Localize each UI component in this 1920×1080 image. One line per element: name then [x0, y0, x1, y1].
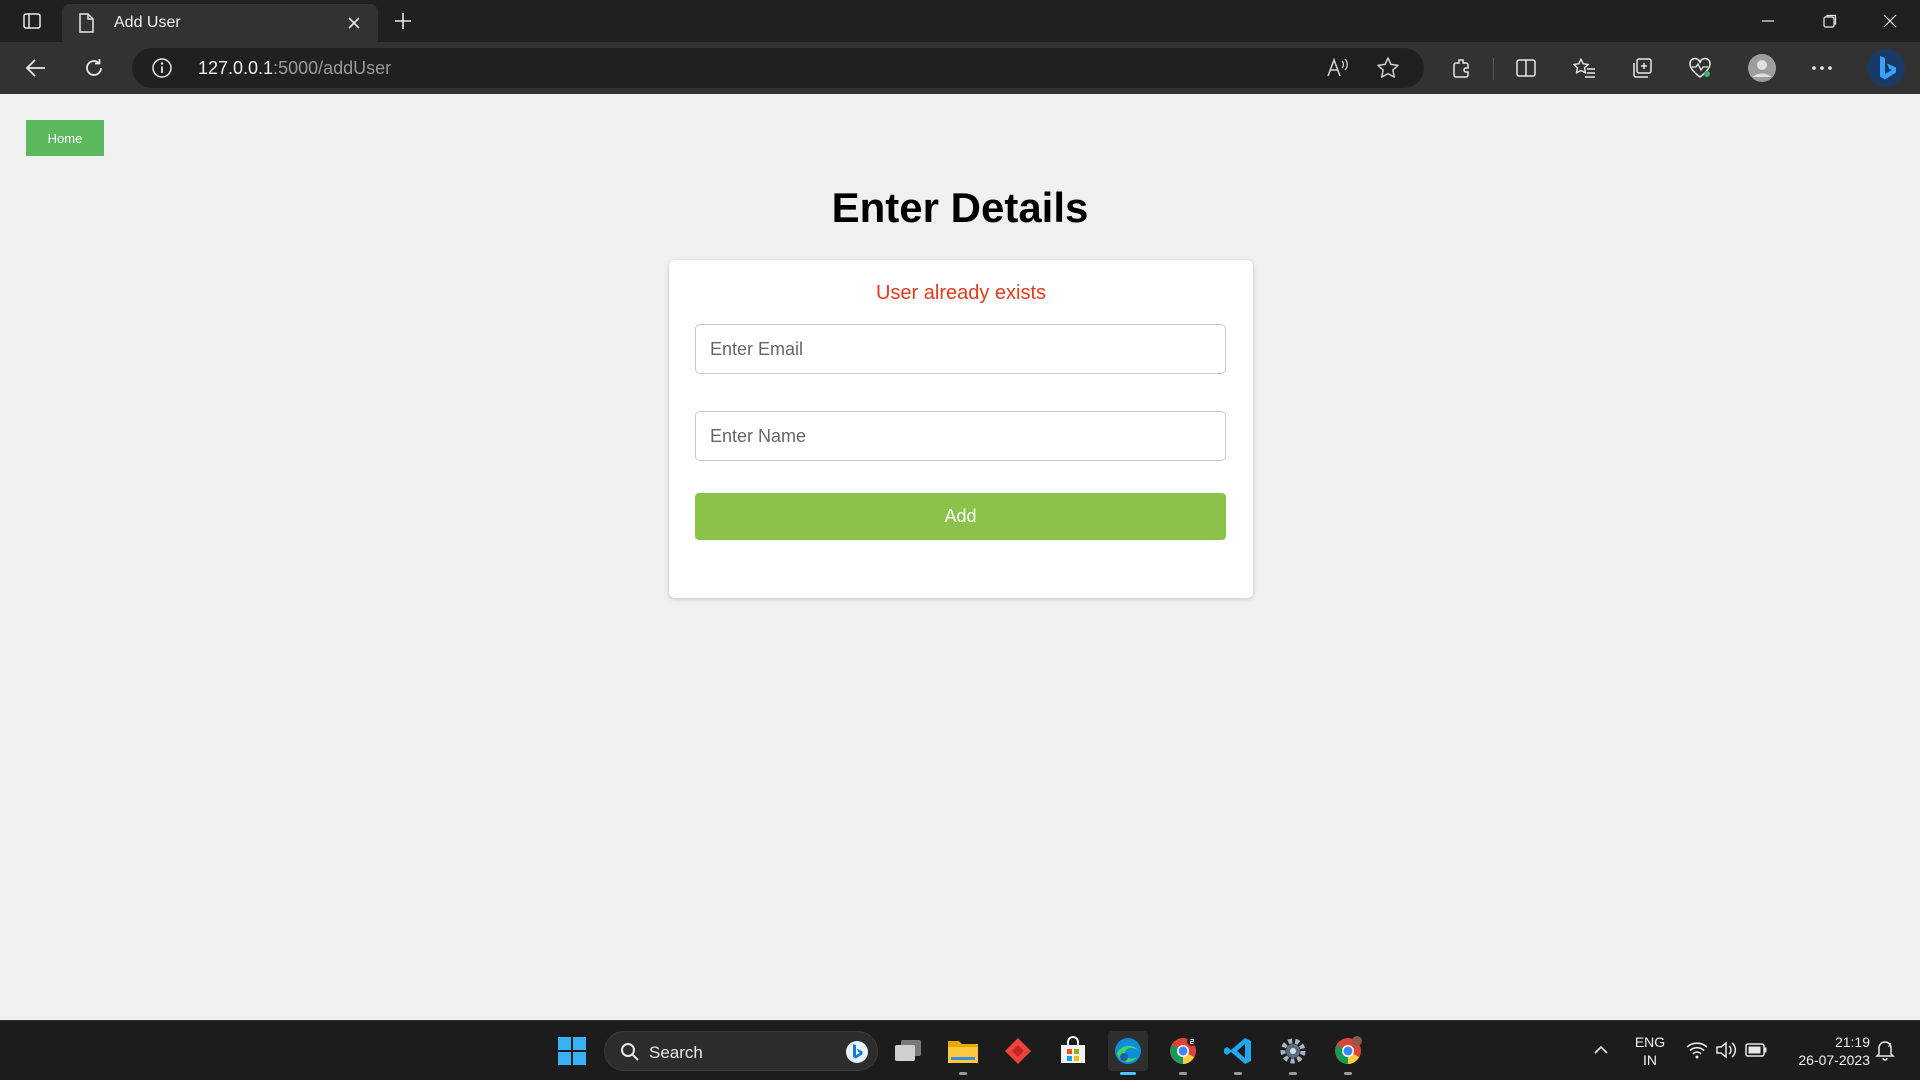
favorites-icon[interactable] [1566, 50, 1602, 86]
tab-actions-icon[interactable] [14, 8, 50, 34]
add-user-form: User already exists Add [669, 260, 1253, 598]
new-tab-icon[interactable] [388, 8, 418, 34]
running-indicator [1289, 1072, 1297, 1075]
browser-toolbar: 127.0.0.1:5000/addUser [0, 42, 1920, 94]
refresh-icon[interactable] [76, 50, 112, 86]
running-indicator [1120, 1072, 1136, 1075]
taskbar: Search ENG IN 21:19 26-07-2023 z [0, 1020, 1920, 1080]
home-button[interactable]: Home [26, 120, 104, 156]
windows-start-icon[interactable] [552, 1031, 592, 1071]
language-secondary: IN [1643, 1052, 1657, 1068]
microsoft-store-icon[interactable] [1053, 1031, 1093, 1071]
restore-icon[interactable] [1800, 0, 1860, 42]
settings-gear-icon[interactable] [1273, 1031, 1313, 1075]
bing-icon [845, 1040, 869, 1064]
name-field[interactable] [695, 411, 1226, 461]
page-content: Home Enter Details User already exists A… [0, 94, 1920, 1020]
browser-essentials-icon[interactable] [1682, 50, 1718, 86]
active-tab[interactable]: Add User [62, 4, 378, 42]
running-indicator [1234, 1072, 1242, 1075]
address-bar[interactable]: 127.0.0.1:5000/addUser [132, 48, 1424, 88]
language-primary: ENG [1634, 1034, 1666, 1050]
running-indicator [1344, 1072, 1352, 1075]
search-label: Search [649, 1043, 703, 1062]
battery-icon[interactable] [1745, 1039, 1767, 1061]
running-indicator [1179, 1072, 1187, 1075]
profile-avatar[interactable] [1744, 50, 1780, 86]
close-window-icon[interactable] [1860, 0, 1920, 42]
favorite-star-icon[interactable] [1374, 54, 1402, 82]
url-path: :5000/addUser [273, 58, 392, 78]
edge-browser-icon[interactable] [1108, 1031, 1148, 1075]
url-text[interactable]: 127.0.0.1:5000/addUser [198, 58, 391, 79]
language-indicator[interactable]: ENG IN [1628, 1033, 1672, 1069]
title-bar: Add User [0, 0, 1920, 42]
close-tab-icon[interactable] [342, 11, 366, 35]
split-screen-icon[interactable] [1508, 50, 1544, 86]
vscode-icon[interactable] [1218, 1031, 1258, 1075]
error-message: User already exists [875, 282, 1047, 304]
task-view-icon[interactable] [888, 1031, 928, 1071]
svg-text:z: z [1888, 1042, 1892, 1049]
url-host: 127.0.0.1 [198, 58, 274, 78]
search-icon [619, 1041, 641, 1063]
collections-icon[interactable] [1624, 50, 1660, 86]
clock-time: 21:19 [1834, 1034, 1870, 1050]
back-icon[interactable] [18, 50, 54, 86]
clock-date: 26-07-2023 [1798, 1052, 1870, 1068]
minimize-icon[interactable] [1738, 0, 1798, 42]
wifi-icon[interactable] [1686, 1039, 1708, 1061]
more-options-icon[interactable] [1804, 50, 1840, 86]
clock[interactable]: 21:19 26-07-2023 [1780, 1033, 1870, 1069]
read-aloud-icon[interactable] [1324, 54, 1352, 82]
volume-icon[interactable] [1715, 1039, 1737, 1061]
tab-title: Add User [114, 14, 181, 31]
chrome-profile-icon[interactable] [1328, 1031, 1368, 1075]
taskbar-search[interactable]: Search [604, 1031, 878, 1071]
page-title: Enter Details [831, 184, 1089, 231]
toolbar-divider [1493, 58, 1494, 80]
site-info-icon[interactable] [150, 56, 174, 80]
show-hidden-icons-icon[interactable] [1590, 1039, 1612, 1061]
running-indicator [959, 1072, 967, 1075]
chrome-icon[interactable] [1163, 1031, 1203, 1075]
anydesk-icon[interactable] [998, 1031, 1038, 1071]
extensions-icon[interactable] [1444, 50, 1480, 86]
email-field[interactable] [695, 324, 1226, 374]
file-explorer-icon[interactable] [943, 1031, 983, 1075]
page-icon [74, 11, 98, 35]
add-button[interactable]: Add [695, 493, 1226, 540]
bing-copilot-icon[interactable] [1864, 46, 1908, 90]
notification-bell-icon[interactable]: z [1874, 1039, 1896, 1061]
